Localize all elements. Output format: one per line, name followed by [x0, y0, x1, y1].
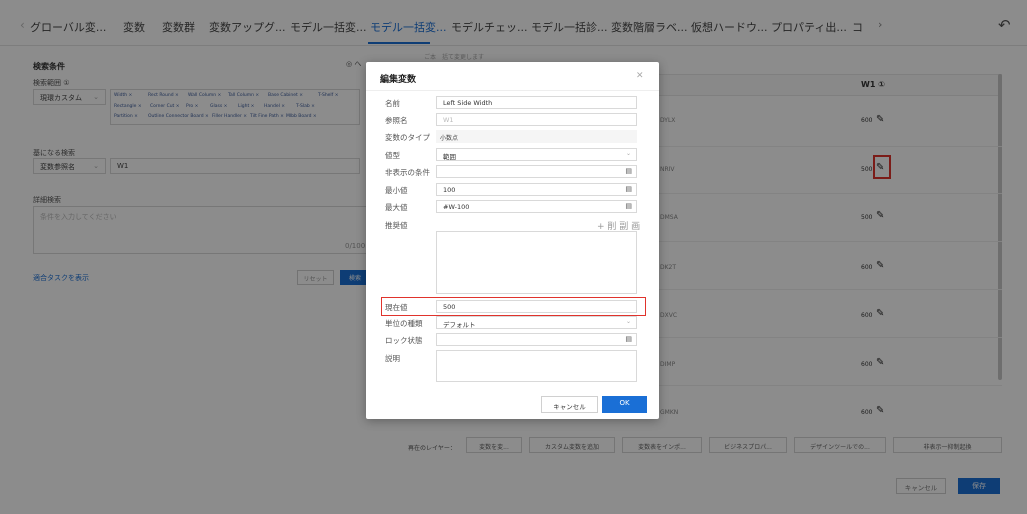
dialog-title: 編集変数	[380, 75, 417, 85]
min-value: 100	[443, 186, 456, 194]
calculator-icon[interactable]: ▤	[625, 185, 632, 193]
edit-variable-dialog: 編集変数 ✕ 名前 Left Side Width 参照名 W1 変数のタイプ …	[366, 62, 659, 419]
chevron-down-icon: ⌄	[625, 318, 631, 325]
current-value-field[interactable]: 500	[436, 300, 637, 313]
calculator-icon[interactable]: ▤	[625, 202, 632, 210]
unit-type-label: 単位の種類	[385, 319, 423, 328]
lock-state-field[interactable]: ▤	[436, 333, 637, 346]
description-field[interactable]	[436, 350, 637, 382]
max-value-label: 最大値	[385, 203, 408, 212]
recommended-value-label: 推奨値	[385, 221, 408, 230]
hidden-condition-field[interactable]: ▤	[436, 165, 637, 178]
ref-name-field: W1	[436, 113, 637, 126]
value-type-select[interactable]: 範囲 ⌄	[436, 148, 637, 161]
min-value-label: 最小値	[385, 186, 408, 195]
description-label: 説明	[385, 354, 400, 363]
max-value: #W-100	[443, 203, 470, 211]
current-value-label: 現在値	[385, 303, 408, 312]
min-value-field[interactable]: 100 ▤	[436, 183, 637, 196]
variable-type-value: 小数点	[436, 130, 637, 143]
current-value: 500	[443, 303, 456, 311]
dialog-ok-button[interactable]: OK	[602, 396, 647, 413]
name-label: 名前	[385, 99, 400, 108]
dialog-cancel-button[interactable]: キャンセル	[541, 396, 598, 413]
hidden-condition-label: 非表示の条件	[385, 168, 430, 177]
dialog-divider	[366, 90, 659, 91]
calculator-icon[interactable]: ▤	[625, 335, 632, 343]
value-type-label: 値型	[385, 151, 400, 160]
variable-type-label: 変数のタイプ	[385, 133, 430, 142]
value-type-value: 範囲	[443, 153, 456, 161]
name-value: Left Side Width	[443, 99, 493, 107]
recommended-value-list[interactable]	[436, 231, 637, 294]
lock-state-label: ロック状態	[385, 336, 423, 345]
max-value-field[interactable]: #W-100 ▤	[436, 200, 637, 213]
close-icon[interactable]: ✕	[636, 71, 644, 81]
chevron-down-icon: ⌄	[625, 150, 631, 157]
unit-type-select[interactable]: デフォルト ⌄	[436, 316, 637, 329]
ref-name-value: W1	[443, 116, 454, 124]
unit-type-value: デフォルト	[443, 321, 476, 329]
ref-name-label: 参照名	[385, 116, 408, 125]
name-field[interactable]: Left Side Width	[436, 96, 637, 109]
calculator-icon[interactable]: ▤	[625, 167, 632, 175]
